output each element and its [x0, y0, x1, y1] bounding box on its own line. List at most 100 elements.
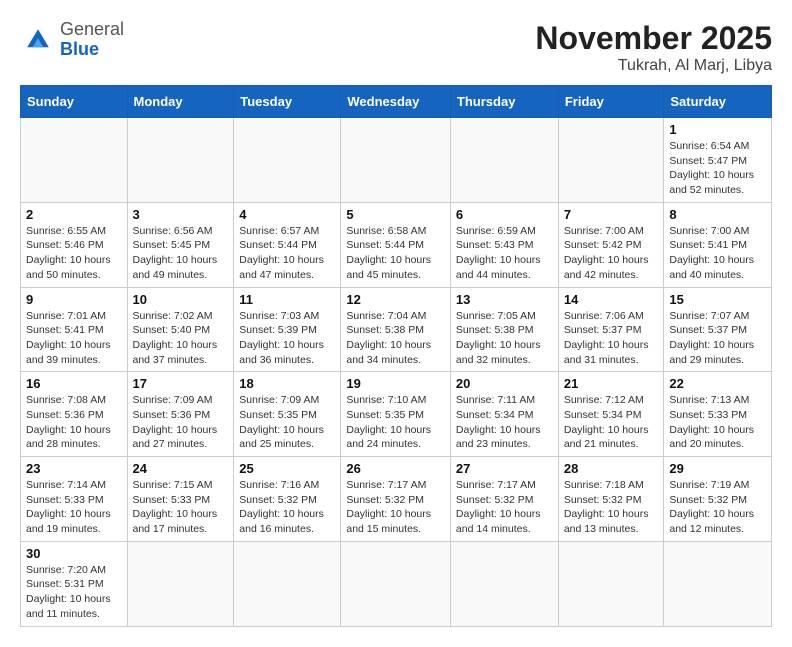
day-info: Sunrise: 7:00 AM Sunset: 5:42 PM Dayligh…	[564, 224, 659, 283]
calendar-cell: 7 Sunrise: 7:00 AM Sunset: 5:42 PM Daylig…	[558, 202, 664, 287]
logo-icon	[20, 22, 56, 58]
day-info: Sunrise: 6:59 AM Sunset: 5:43 PM Dayligh…	[456, 224, 553, 283]
day-number: 26	[346, 461, 445, 476]
calendar-cell: 2 Sunrise: 6:55 AM Sunset: 5:46 PM Daylig…	[21, 202, 128, 287]
day-info: Sunrise: 7:17 AM Sunset: 5:32 PM Dayligh…	[346, 478, 445, 537]
day-number: 15	[669, 292, 766, 307]
day-number: 19	[346, 376, 445, 391]
calendar-cell: 8 Sunrise: 7:00 AM Sunset: 5:41 PM Daylig…	[664, 202, 772, 287]
calendar-cell: 15 Sunrise: 7:07 AM Sunset: 5:37 PM Dayli…	[664, 287, 772, 372]
weekday-header-wednesday: Wednesday	[341, 86, 451, 118]
day-number: 1	[669, 122, 766, 137]
weekday-header-tuesday: Tuesday	[234, 86, 341, 118]
calendar-cell: 29 Sunrise: 7:19 AM Sunset: 5:32 PM Dayli…	[664, 457, 772, 542]
day-number: 4	[239, 207, 335, 222]
calendar-cell: 21Sunrise: 7:12 AM Sunset: 5:34 PM Dayli…	[558, 372, 664, 457]
day-number: 5	[346, 207, 445, 222]
day-number: 8	[669, 207, 766, 222]
calendar-cell: 24 Sunrise: 7:15 AM Sunset: 5:33 PM Dayli…	[127, 457, 234, 542]
weekday-header-monday: Monday	[127, 86, 234, 118]
day-info: Sunrise: 7:09 AM Sunset: 5:35 PM Dayligh…	[239, 393, 335, 452]
month-title: November 2025	[535, 20, 772, 57]
day-number: 20	[456, 376, 553, 391]
calendar-cell: 1 Sunrise: 6:54 AM Sunset: 5:47 PM Daylig…	[664, 118, 772, 203]
day-info: Sunrise: 7:17 AM Sunset: 5:32 PM Dayligh…	[456, 478, 553, 537]
day-number: 24	[133, 461, 229, 476]
calendar-cell: 25Sunrise: 7:16 AM Sunset: 5:32 PM Dayli…	[234, 457, 341, 542]
day-info: Sunrise: 7:13 AM Sunset: 5:33 PM Dayligh…	[669, 393, 766, 452]
day-number: 14	[564, 292, 659, 307]
day-number: 13	[456, 292, 553, 307]
calendar-cell: 16 Sunrise: 7:08 AM Sunset: 5:36 PM Dayli…	[21, 372, 128, 457]
day-number: 18	[239, 376, 335, 391]
day-info: Sunrise: 7:10 AM Sunset: 5:35 PM Dayligh…	[346, 393, 445, 452]
day-number: 25	[239, 461, 335, 476]
day-number: 16	[26, 376, 122, 391]
calendar-cell: 22 Sunrise: 7:13 AM Sunset: 5:33 PM Dayli…	[664, 372, 772, 457]
day-info: Sunrise: 7:02 AM Sunset: 5:40 PM Dayligh…	[133, 309, 229, 368]
calendar-cell	[234, 541, 341, 626]
week-row-2: 2 Sunrise: 6:55 AM Sunset: 5:46 PM Daylig…	[21, 202, 772, 287]
calendar-cell	[21, 118, 128, 203]
weekday-header-saturday: Saturday	[664, 86, 772, 118]
calendar-cell	[127, 541, 234, 626]
calendar-cell: 3Sunrise: 6:56 AM Sunset: 5:45 PM Daylig…	[127, 202, 234, 287]
day-info: Sunrise: 6:55 AM Sunset: 5:46 PM Dayligh…	[26, 224, 122, 283]
day-number: 7	[564, 207, 659, 222]
day-number: 30	[26, 546, 122, 561]
calendar-cell	[558, 541, 664, 626]
title-section: November 2025 Tukrah, Al Marj, Libya	[535, 20, 772, 75]
weekday-header-sunday: Sunday	[21, 86, 128, 118]
logo-general: General	[60, 19, 124, 39]
logo-text: General Blue	[60, 20, 124, 60]
day-info: Sunrise: 7:07 AM Sunset: 5:37 PM Dayligh…	[669, 309, 766, 368]
calendar-cell: 19 Sunrise: 7:10 AM Sunset: 5:35 PM Dayli…	[341, 372, 451, 457]
calendar-cell	[664, 541, 772, 626]
day-number: 6	[456, 207, 553, 222]
day-number: 28	[564, 461, 659, 476]
day-info: Sunrise: 7:18 AM Sunset: 5:32 PM Dayligh…	[564, 478, 659, 537]
calendar-cell: 23 Sunrise: 7:14 AM Sunset: 5:33 PM Dayli…	[21, 457, 128, 542]
calendar-cell: 30Sunrise: 7:20 AM Sunset: 5:31 PM Dayli…	[21, 541, 128, 626]
calendar-cell: 11Sunrise: 7:03 AM Sunset: 5:39 PM Dayli…	[234, 287, 341, 372]
day-info: Sunrise: 7:04 AM Sunset: 5:38 PM Dayligh…	[346, 309, 445, 368]
calendar-cell: 26 Sunrise: 7:17 AM Sunset: 5:32 PM Dayli…	[341, 457, 451, 542]
day-number: 11	[239, 292, 335, 307]
day-info: Sunrise: 7:15 AM Sunset: 5:33 PM Dayligh…	[133, 478, 229, 537]
day-number: 27	[456, 461, 553, 476]
calendar-cell	[341, 541, 451, 626]
week-row-6: 30Sunrise: 7:20 AM Sunset: 5:31 PM Dayli…	[21, 541, 772, 626]
day-number: 29	[669, 461, 766, 476]
location: Tukrah, Al Marj, Libya	[535, 57, 772, 75]
calendar-cell: 4Sunrise: 6:57 AM Sunset: 5:44 PM Daylig…	[234, 202, 341, 287]
day-number: 3	[133, 207, 229, 222]
calendar-cell: 17Sunrise: 7:09 AM Sunset: 5:36 PM Dayli…	[127, 372, 234, 457]
day-number: 2	[26, 207, 122, 222]
day-info: Sunrise: 7:14 AM Sunset: 5:33 PM Dayligh…	[26, 478, 122, 537]
day-info: Sunrise: 6:54 AM Sunset: 5:47 PM Dayligh…	[669, 139, 766, 198]
calendar-cell: 9Sunrise: 7:01 AM Sunset: 5:41 PM Daylig…	[21, 287, 128, 372]
calendar-cell: 27 Sunrise: 7:17 AM Sunset: 5:32 PM Dayli…	[450, 457, 558, 542]
week-row-4: 16 Sunrise: 7:08 AM Sunset: 5:36 PM Dayli…	[21, 372, 772, 457]
day-number: 23	[26, 461, 122, 476]
day-number: 22	[669, 376, 766, 391]
day-info: Sunrise: 7:00 AM Sunset: 5:41 PM Dayligh…	[669, 224, 766, 283]
day-info: Sunrise: 7:11 AM Sunset: 5:34 PM Dayligh…	[456, 393, 553, 452]
day-number: 17	[133, 376, 229, 391]
calendar-cell: 20 Sunrise: 7:11 AM Sunset: 5:34 PM Dayli…	[450, 372, 558, 457]
day-number: 12	[346, 292, 445, 307]
weekday-header-thursday: Thursday	[450, 86, 558, 118]
calendar-cell	[450, 541, 558, 626]
day-info: Sunrise: 7:08 AM Sunset: 5:36 PM Dayligh…	[26, 393, 122, 452]
day-number: 10	[133, 292, 229, 307]
logo: General Blue	[20, 20, 124, 60]
calendar-cell	[234, 118, 341, 203]
day-info: Sunrise: 7:19 AM Sunset: 5:32 PM Dayligh…	[669, 478, 766, 537]
day-number: 9	[26, 292, 122, 307]
calendar-cell: 28 Sunrise: 7:18 AM Sunset: 5:32 PM Dayli…	[558, 457, 664, 542]
calendar-cell	[127, 118, 234, 203]
calendar-cell	[341, 118, 451, 203]
weekday-header-friday: Friday	[558, 86, 664, 118]
logo-blue: Blue	[60, 39, 99, 59]
calendar-table: SundayMondayTuesdayWednesdayThursdayFrid…	[20, 85, 772, 627]
